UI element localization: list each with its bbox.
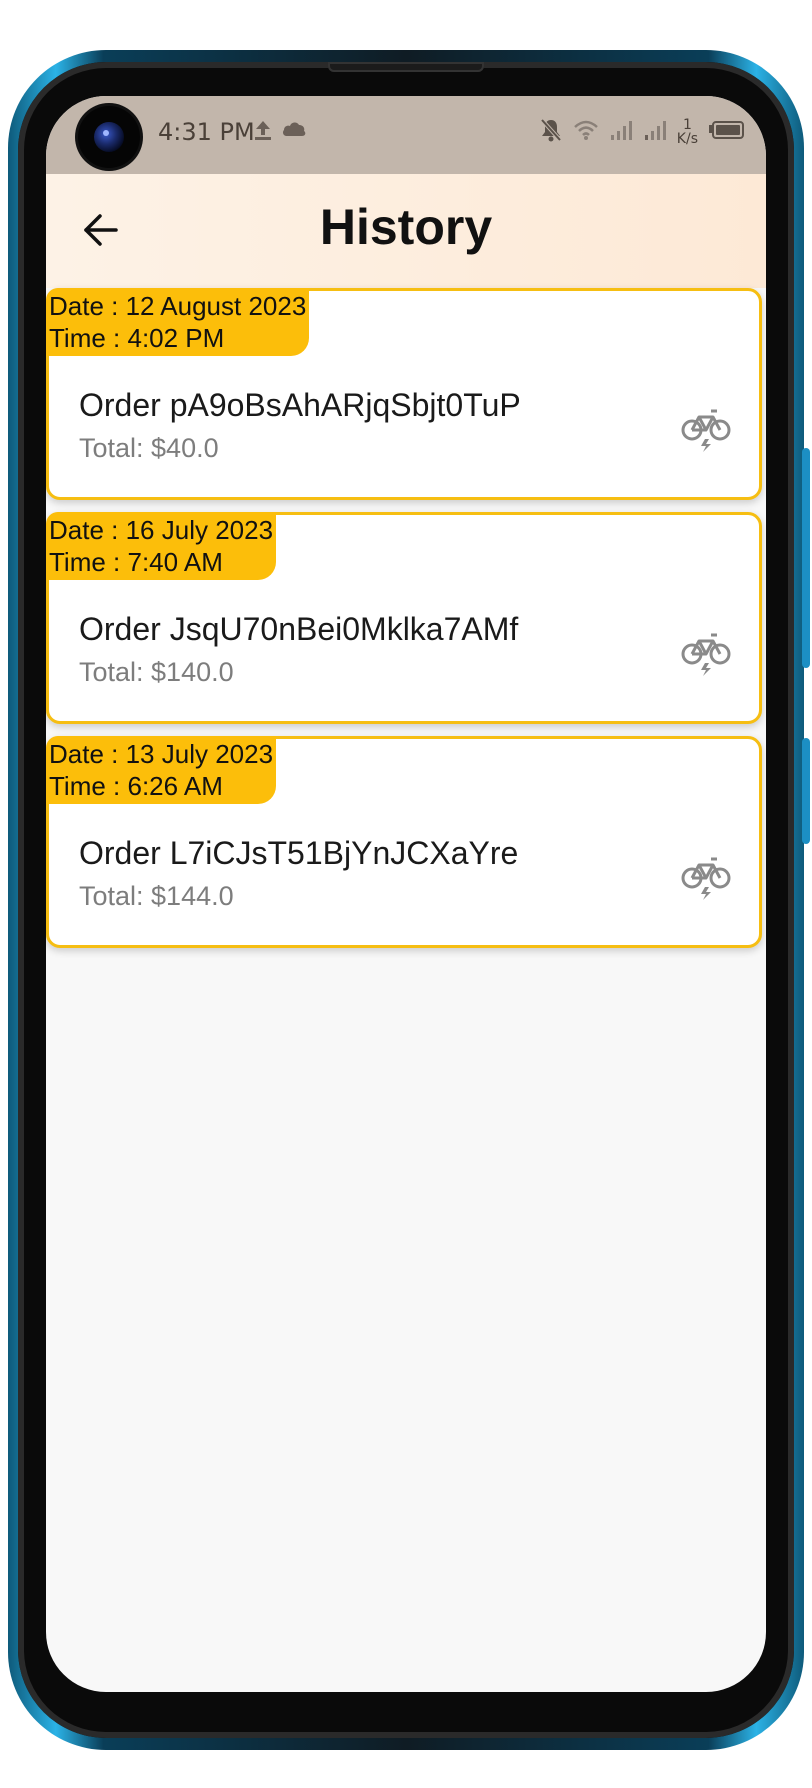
order-card[interactable]: Date : 16 July 2023 Time : 7:40 AM Order…	[46, 512, 762, 724]
order-date: Date : 13 July 2023	[49, 739, 274, 769]
order-total: Total: $144.0	[79, 881, 234, 911]
order-time: Time : 4:02 PM	[49, 323, 225, 353]
order-id: Order pA9oBsAhARjqSbjt0TuP	[79, 387, 521, 423]
volume-button	[802, 448, 810, 668]
status-icons-right: 1 K/s	[539, 114, 744, 150]
order-date: Date : 12 August 2023	[49, 291, 307, 321]
order-datetime-tag: Date : 12 August 2023 Time : 4:02 PM	[46, 288, 310, 356]
wifi-icon	[573, 119, 599, 145]
upload-icon	[252, 118, 274, 146]
status-time: 4:31 PM	[158, 118, 255, 146]
electric-bike-icon[interactable]	[681, 403, 731, 453]
order-datetime-tag: Date : 13 July 2023 Time : 6:26 AM	[46, 736, 277, 804]
device-mockup: 4:31 PM 1 K/s History Date: 12 August 2…	[0, 0, 812, 1788]
cloud-icon	[280, 118, 308, 144]
battery-icon	[708, 120, 744, 144]
screen: 4:31 PM 1 K/s History Date: 12 August 2…	[46, 96, 766, 1692]
net-speed: 1 K/s	[677, 118, 698, 146]
page-title: History	[319, 199, 493, 255]
app-bar: History	[46, 174, 766, 288]
power-button	[802, 738, 810, 844]
order-card[interactable]: Date : 13 July 2023 Time : 6:26 AM Order…	[46, 736, 762, 948]
mute-bell-icon	[539, 117, 563, 147]
net-speed-value: 1	[682, 117, 692, 133]
electric-bike-icon[interactable]	[681, 851, 731, 901]
front-camera	[78, 106, 140, 168]
order-total: Total: $140.0	[79, 657, 234, 687]
order-time: Time : 7:40 AM	[49, 547, 223, 577]
order-date: Date : 16 July 2023	[49, 515, 274, 545]
status-bar: 4:31 PM 1 K/s	[46, 96, 766, 174]
earpiece-speaker	[328, 62, 484, 72]
order-time: Time : 6:26 AM	[49, 771, 223, 801]
electric-bike-icon[interactable]	[681, 627, 731, 677]
order-id: Order JsqU70nBei0Mklka7AMf	[79, 611, 519, 647]
order-datetime-tag: Date : 16 July 2023 Time : 7:40 AM	[46, 512, 277, 580]
signal-1-icon	[609, 119, 633, 145]
signal-2-icon	[643, 119, 667, 145]
net-speed-unit: K/s	[676, 131, 698, 147]
order-id: Order L7iCJsT51BjYnJCXaYre	[79, 835, 519, 871]
order-card[interactable]: Date : 12 August 2023 Time : 4:02 PM Ord…	[46, 288, 762, 500]
order-total: Total: $40.0	[79, 433, 219, 463]
